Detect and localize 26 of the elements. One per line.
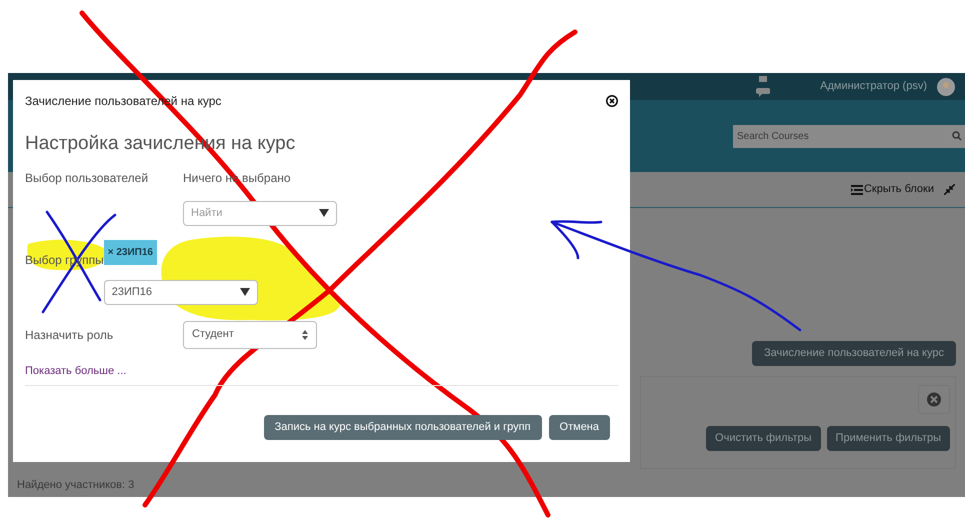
- search-icon[interactable]: [952, 131, 962, 141]
- filter-button[interactable]: Очистить фильтры: [706, 426, 821, 451]
- avatar-icon[interactable]: [937, 78, 955, 96]
- role-select[interactable]: Студент: [183, 320, 317, 348]
- caret-icon: [319, 209, 329, 217]
- filter-button[interactable]: Применить фильтры: [826, 426, 950, 451]
- field-label: Выбор пользователей: [25, 170, 150, 186]
- selected-group-tag[interactable]: × 23ИП16: [104, 240, 157, 264]
- group-select[interactable]: 23ИП16: [104, 280, 258, 304]
- hide-blocks-link[interactable]: Скрыть блоки: [850, 181, 934, 198]
- collapse-icon[interactable]: [944, 184, 955, 195]
- enrol-users-button[interactable]: Зачисление пользователей на курс: [752, 341, 956, 366]
- caret-icon: [240, 288, 250, 296]
- user-name[interactable]: Администратор (psv): [820, 78, 927, 95]
- notification-icons: [756, 76, 770, 98]
- field-label: Назначить роль: [25, 326, 114, 344]
- search-select[interactable]: Найти: [183, 200, 337, 226]
- cancel-button[interactable]: Отмена: [548, 415, 610, 440]
- search-field[interactable]: Search Courses: [733, 124, 965, 148]
- clear-icon[interactable]: [918, 385, 950, 414]
- show-more-link[interactable]: Показать больше ...: [25, 362, 618, 386]
- sort-arrows-icon: [302, 330, 308, 340]
- enrol-submit-button[interactable]: Запись на курс выбранных пользователей и групп: [264, 415, 542, 440]
- list-icon: [850, 184, 863, 194]
- close-icon[interactable]: [606, 95, 618, 107]
- participants-count: Найдено участников: 3: [17, 478, 134, 493]
